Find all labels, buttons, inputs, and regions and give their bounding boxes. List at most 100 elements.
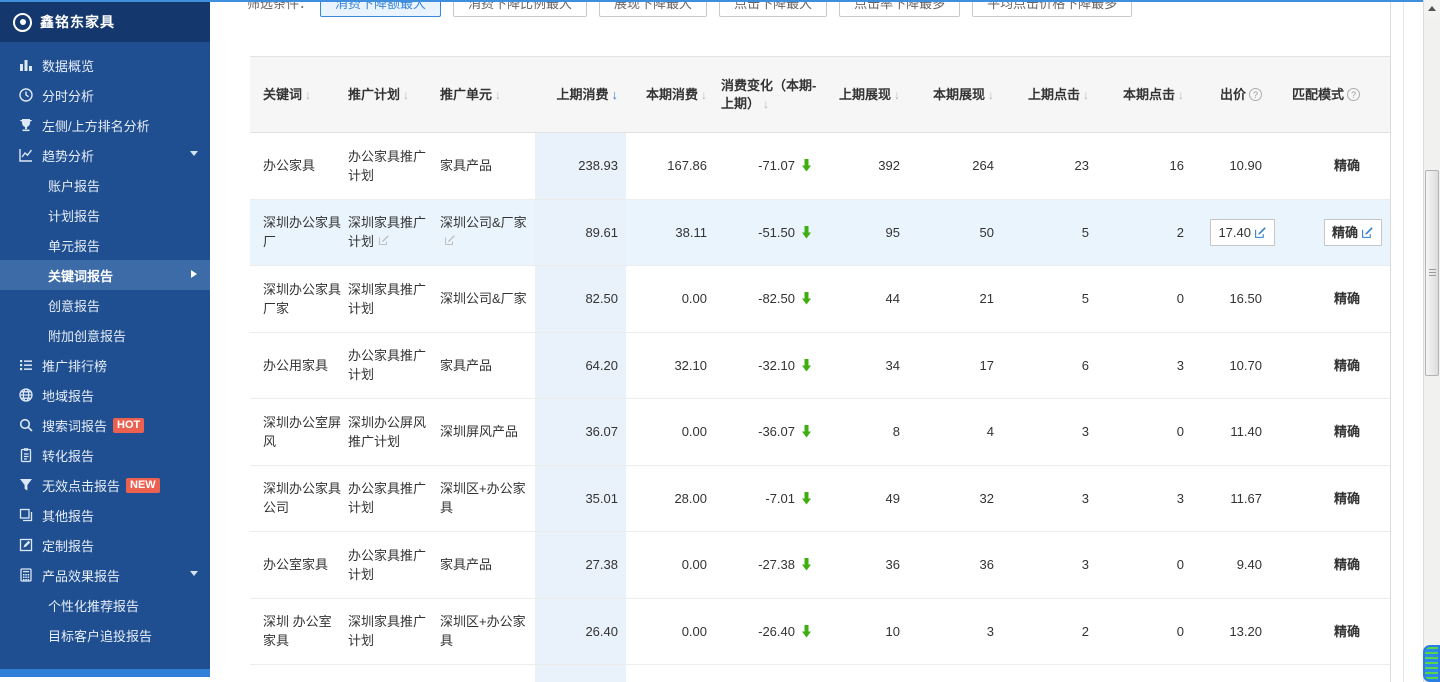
header-unit[interactable]: 推广单元↓ xyxy=(437,57,535,132)
sort-icon[interactable]: ↓ xyxy=(305,86,311,104)
sort-icon[interactable]: ↓ xyxy=(894,86,900,104)
scroll-up-arrow[interactable] xyxy=(1424,0,1440,17)
sort-icon[interactable]: ↓ xyxy=(1083,86,1089,104)
cost-change-cell: -27.38 xyxy=(715,532,820,598)
sidebar-item-other-report[interactable]: 其他报告 xyxy=(0,500,210,530)
prev-show-cell: 34 xyxy=(820,333,908,399)
sort-icon[interactable]: ↓ xyxy=(763,97,769,111)
edit-icon[interactable] xyxy=(1361,226,1374,239)
sort-icon[interactable]: ↓ xyxy=(403,86,409,104)
header-prev-cost[interactable]: 上期消费↓ xyxy=(535,57,626,132)
header-cost-change[interactable]: 消费变化（本期-上期）↓ xyxy=(715,57,820,132)
sort-icon[interactable]: ↓ xyxy=(701,86,707,104)
cur-show-cell: 3 xyxy=(908,599,1002,665)
table-row[interactable]: 深圳办公室屏风 深圳办公屏风推广计划 深圳屏风产品 36.07 0.00 -36… xyxy=(250,399,1390,466)
prev-cost-cell: 89.61 xyxy=(535,200,626,266)
sidebar-item-region-report[interactable]: 地域报告 xyxy=(0,380,210,410)
sidebar-item-extra-creative-report[interactable]: 附加创意报告 xyxy=(0,320,210,350)
sidebar: 鑫铭东家具 数据概览 分时分析 左侧/上方排名分析 趋势分析 账户报告 计划报告… xyxy=(0,2,210,675)
sort-icon-active[interactable]: ↓ xyxy=(612,86,619,104)
filter-button[interactable]: 点击下降最大 xyxy=(719,0,827,17)
header-match-mode[interactable]: 匹配模式? xyxy=(1270,57,1390,132)
match-mode-edit-box[interactable]: 精确 xyxy=(1334,622,1360,641)
sidebar-item-search-term-report[interactable]: 搜索词报告 HOT xyxy=(0,410,210,440)
sidebar-item-trend-analysis[interactable]: 趋势分析 xyxy=(0,140,210,170)
match-mode-edit-box[interactable]: 精确 xyxy=(1324,219,1382,246)
question-icon[interactable]: ? xyxy=(1249,88,1262,101)
sort-icon[interactable]: ↓ xyxy=(495,86,501,104)
table-row[interactable]: 深圳办公家具厂家 深圳家具推广计划 深圳公司&厂家 82.50 0.00 -82… xyxy=(250,266,1390,333)
table-row[interactable]: 办公用家具 办公家具推广计划 家具产品 64.20 32.10 -32.10 3… xyxy=(250,333,1390,400)
vertical-scrollbar[interactable] xyxy=(1423,0,1440,682)
keyword-cell: 深圳办公家具厂家 xyxy=(250,266,345,332)
edit-icon[interactable] xyxy=(444,234,456,246)
sidebar-item-personalized-recommend-report[interactable]: 个性化推荐报告 xyxy=(0,590,210,620)
header-prev-click[interactable]: 上期点击↓ xyxy=(1002,57,1097,132)
sidebar-item-invalid-click-report[interactable]: 无效点击报告 NEW xyxy=(0,470,210,500)
table-row[interactable]: 深圳 办公室家具 深圳家具推广计划 深圳区+办公家具 26.40 0.00 -2… xyxy=(250,599,1390,666)
match-mode-edit-box[interactable]: 精确 xyxy=(1334,156,1360,175)
bid-cell: 10.70 xyxy=(1192,333,1270,399)
match-mode-edit-box[interactable]: 精确 xyxy=(1334,555,1360,574)
bid-edit-box[interactable]: 11.40 xyxy=(1230,422,1262,441)
chevron-down-icon[interactable] xyxy=(190,151,198,156)
keyword-cell: 办公家具 xyxy=(250,133,345,199)
sidebar-item-plan-report[interactable]: 计划报告 xyxy=(0,200,210,230)
filter-button[interactable]: 平均点击价格下降最多 xyxy=(972,0,1132,17)
table-row[interactable]: 深圳办公家具公司 办公家具推广计划 深圳区+办公家具 35.01 28.00 -… xyxy=(250,466,1390,533)
header-cur-click[interactable]: 本期点击↓ xyxy=(1097,57,1192,132)
bid-edit-box[interactable]: 13.20 xyxy=(1229,622,1262,641)
header-bid[interactable]: 出价? xyxy=(1192,57,1270,132)
sidebar-item-promotion-ranking[interactable]: 推广排行榜 xyxy=(0,350,210,380)
sort-icon[interactable]: ↓ xyxy=(1178,86,1184,104)
account-header[interactable]: 鑫铭东家具 xyxy=(0,2,210,42)
ranking-list-icon xyxy=(18,357,34,373)
filter-button[interactable]: 点击率下降最多 xyxy=(839,0,960,17)
header-plan[interactable]: 推广计划↓ xyxy=(345,57,437,132)
header-cur-show[interactable]: 本期展现↓ xyxy=(908,57,1002,132)
floating-tool-button[interactable] xyxy=(1423,645,1440,682)
sort-icon[interactable]: ↓ xyxy=(988,86,994,104)
sidebar-item-creative-report[interactable]: 创意报告 xyxy=(0,290,210,320)
filter-button[interactable]: 消费下降比例最大 xyxy=(453,0,587,17)
bid-cell: 9.40 xyxy=(1192,532,1270,598)
sidebar-item-ranking-analysis[interactable]: 左侧/上方排名分析 xyxy=(0,110,210,140)
sidebar-item-target-customer-retarget-report[interactable]: 目标客户追投报告 xyxy=(0,620,210,650)
match-mode-edit-box[interactable]: 精确 xyxy=(1334,489,1360,508)
sidebar-item-product-effect-report[interactable]: 产品效果报告 xyxy=(0,560,210,590)
sidebar-item-hourly-analysis[interactable]: 分时分析 xyxy=(0,80,210,110)
table-row[interactable]: 办公室家具 办公家具推广计划 家具产品 27.38 0.00 -27.38 36… xyxy=(250,532,1390,599)
bid-edit-box[interactable]: 10.70 xyxy=(1229,356,1262,375)
prev-click-cell: 3 xyxy=(1002,532,1097,598)
filter-button[interactable]: 展现下降最大 xyxy=(599,0,707,17)
table-row[interactable]: 办公家具 办公家具推广计划 家具产品 238.93 167.86 -71.07 … xyxy=(250,133,1390,200)
sidebar-item-conversion-report[interactable]: 转化报告 xyxy=(0,440,210,470)
bid-edit-box[interactable]: 16.50 xyxy=(1229,289,1262,308)
bid-edit-box[interactable]: 10.90 xyxy=(1229,156,1262,175)
unit-cell: 深圳公司&厂家 xyxy=(437,200,535,266)
header-keyword[interactable]: 关键词↓ xyxy=(250,57,345,132)
edit-icon[interactable] xyxy=(1254,226,1267,239)
question-icon[interactable]: ? xyxy=(1347,88,1360,101)
header-cur-cost[interactable]: 本期消费↓ xyxy=(626,57,715,132)
sidebar-item-unit-report[interactable]: 单元报告 xyxy=(0,230,210,260)
sidebar-item-account-report[interactable]: 账户报告 xyxy=(0,170,210,200)
match-mode-cell: 精确 xyxy=(1270,399,1390,465)
match-mode-edit-box[interactable]: 精确 xyxy=(1334,289,1360,308)
bid-edit-box[interactable]: 17.40 xyxy=(1210,219,1275,246)
cur-cost-cell: 38.11 xyxy=(626,200,715,266)
sidebar-item-custom-report[interactable]: 定制报告 xyxy=(0,530,210,560)
table-row[interactable]: 深圳办公家具厂 深圳家具推广计划 深圳公司&厂家 89.61 38.11 -51… xyxy=(250,200,1390,267)
header-prev-show[interactable]: 上期展现↓ xyxy=(820,57,908,132)
chevron-down-icon[interactable] xyxy=(190,571,198,576)
match-mode-edit-box[interactable]: 精确 xyxy=(1334,422,1360,441)
prev-cost-cell: 26.40 xyxy=(535,599,626,665)
match-mode-edit-box[interactable]: 精确 xyxy=(1334,356,1360,375)
filter-button[interactable]: 消费下降额最大 xyxy=(320,0,441,17)
bid-edit-box[interactable]: 11.67 xyxy=(1230,489,1262,508)
edit-icon[interactable] xyxy=(378,234,390,246)
bid-edit-box[interactable]: 9.40 xyxy=(1237,555,1262,574)
sidebar-item-data-overview[interactable]: 数据概览 xyxy=(0,50,210,80)
sidebar-item-keyword-report[interactable]: 关键词报告 xyxy=(0,260,210,290)
scrollbar-thumb[interactable] xyxy=(1425,170,1439,376)
